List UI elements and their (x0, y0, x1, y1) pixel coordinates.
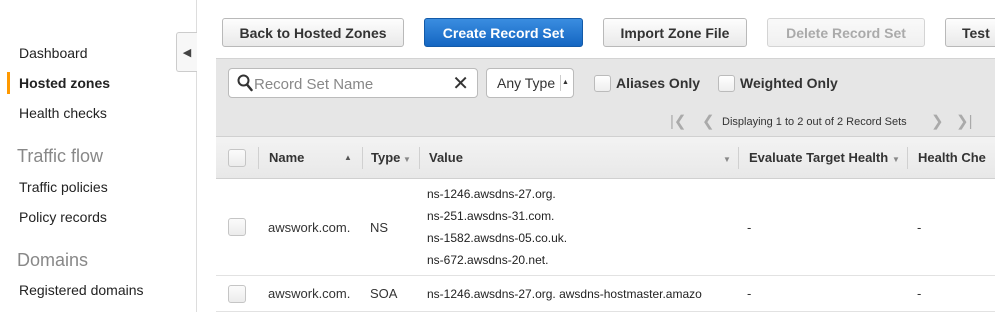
sort-ascending-icon[interactable]: ▲ (344, 153, 352, 162)
table-row[interactable]: awswork.com. NS ns-1246.awsdns-27.org. n… (216, 179, 995, 276)
weighted-only-label: Weighted Only (740, 75, 838, 91)
last-page-icon[interactable]: ❯| (956, 112, 972, 130)
evaluate-column-menu-icon[interactable]: ▼ (892, 155, 900, 164)
clear-search-icon[interactable]: ✕ (452, 71, 469, 96)
sidebar-item-policy-records[interactable]: Policy records (19, 209, 107, 225)
column-header-health-check[interactable]: Health Che (918, 150, 986, 165)
sidebar-item-dashboard[interactable]: Dashboard (19, 45, 88, 61)
column-header-evaluate-target-health[interactable]: Evaluate Target Health (749, 150, 888, 165)
create-record-set-button[interactable]: Create Record Set (424, 18, 583, 47)
record-set-name-search-input[interactable] (254, 74, 444, 94)
column-divider (362, 147, 363, 169)
collapse-sidebar-button[interactable]: ◀ (176, 32, 197, 72)
health-check-value: - (917, 220, 922, 235)
type-filter-select[interactable]: Any Type ▲ (486, 68, 574, 98)
row-checkbox[interactable] (228, 285, 246, 303)
type-filter-value: Any Type (497, 75, 556, 91)
sidebar-item-health-checks[interactable]: Health checks (19, 105, 107, 121)
filter-panel: ✕ Any Type ▲ Aliases Only Weighted Only … (216, 58, 995, 136)
search-icon (237, 74, 253, 95)
sidebar-heading-traffic-flow: Traffic flow (17, 146, 104, 166)
row-checkbox[interactable] (228, 218, 246, 236)
weighted-only-checkbox[interactable] (718, 75, 735, 92)
record-value-line: ns-1246.awsdns-27.org. (427, 187, 556, 201)
sidebar-item-hosted-zones[interactable]: Hosted zones (19, 75, 110, 91)
import-zone-file-button[interactable]: Import Zone File (603, 18, 747, 47)
record-type: NS (370, 220, 389, 235)
sidebar-item-registered-domains[interactable]: Registered domains (19, 282, 144, 298)
record-value-line: ns-251.awsdns-31.com. (427, 209, 555, 223)
next-page-icon[interactable]: ❯ (931, 112, 944, 130)
sidebar-heading-domains: Domains (17, 250, 89, 270)
search-box: ✕ (228, 68, 478, 98)
value-column-menu-icon[interactable]: ▼ (723, 155, 731, 164)
record-value-line: ns-1246.awsdns-27.org. awsdns-hostmaster… (427, 287, 702, 301)
evaluate-target-health-value: - (747, 220, 752, 235)
column-divider (419, 147, 420, 169)
evaluate-target-health-value: - (747, 286, 752, 301)
back-to-hosted-zones-button[interactable]: Back to Hosted Zones (222, 18, 404, 47)
previous-page-icon[interactable]: ❮ (702, 112, 715, 130)
record-type: SOA (370, 286, 398, 301)
route53-record-sets-page: Dashboard Hosted zones Health checks Tra… (0, 0, 995, 312)
pagination-status: Displaying 1 to 2 out of 2 Record Sets (722, 116, 907, 128)
aliases-only-label: Aliases Only (616, 75, 701, 91)
sidebar-item-traffic-policies[interactable]: Traffic policies (19, 179, 108, 195)
record-value-line: ns-1582.awsdns-05.co.uk. (427, 231, 568, 245)
table-header: Name ▲ Type ▼ Value ▼ Evaluate Target He… (216, 136, 995, 179)
sidebar: Dashboard Hosted zones Health checks Tra… (0, 0, 197, 312)
column-divider (907, 147, 908, 169)
test-record-set-button[interactable]: Test (945, 18, 995, 47)
select-all-checkbox[interactable] (228, 149, 246, 167)
select-arrows-icon: ▲ (560, 75, 570, 91)
first-page-icon[interactable]: |❮ (670, 112, 686, 130)
record-name: awswork.com. (268, 286, 351, 301)
column-divider (738, 147, 739, 169)
column-divider (258, 147, 259, 169)
column-header-type[interactable]: Type (371, 150, 400, 165)
aliases-only-checkbox[interactable] (594, 75, 611, 92)
column-header-value[interactable]: Value (429, 150, 463, 165)
health-check-value: - (917, 286, 922, 301)
chevron-left-icon: ◀ (182, 46, 192, 59)
delete-record-set-button[interactable]: Delete Record Set (767, 18, 925, 47)
record-name: awswork.com. (268, 220, 351, 235)
record-value-line: ns-672.awsdns-20.net. (427, 253, 549, 267)
column-header-name[interactable]: Name (269, 150, 304, 165)
table-row[interactable]: awswork.com. SOA ns-1246.awsdns-27.org. … (216, 276, 995, 312)
active-indicator (7, 72, 10, 94)
type-column-menu-icon[interactable]: ▼ (403, 155, 411, 164)
